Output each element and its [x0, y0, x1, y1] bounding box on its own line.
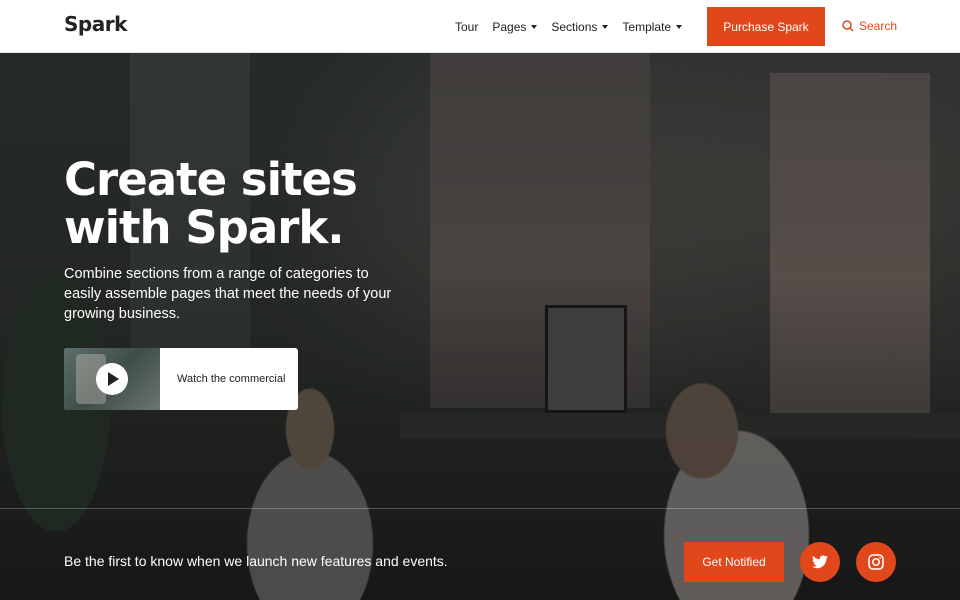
search-label: Search [859, 19, 898, 33]
logo[interactable]: Spark [64, 12, 127, 36]
nav-item-sections[interactable]: Sections [551, 19, 609, 34]
hero-title: Create sites with Spark. [64, 153, 358, 254]
twitter-icon [812, 555, 828, 569]
nav-item-label: Sections [551, 19, 598, 34]
instagram-icon [868, 554, 884, 570]
watch-video-button[interactable]: Watch the commercial [64, 348, 298, 410]
nav-item-template[interactable]: Template [622, 19, 683, 34]
site-header: Spark Tour Pages Sections Template Purch… [0, 0, 960, 53]
main-nav: Tour Pages Sections Template [455, 0, 696, 53]
search-link[interactable]: Search [842, 19, 897, 33]
video-label: Watch the commercial [177, 373, 286, 385]
caret-down-icon [676, 24, 683, 29]
instagram-button[interactable] [856, 542, 896, 582]
hero-section: Create sites with Spark. Combine section… [0, 53, 960, 600]
get-notified-button[interactable]: Get Notified [684, 542, 784, 582]
divider [0, 508, 960, 509]
search-icon [842, 20, 854, 32]
play-icon [96, 363, 128, 395]
video-thumbnail [64, 348, 160, 410]
nav-item-pages[interactable]: Pages [492, 19, 538, 34]
nav-item-tour[interactable]: Tour [455, 20, 478, 34]
newsletter-text: Be the first to know when we launch new … [64, 553, 448, 569]
caret-down-icon [531, 24, 538, 29]
nav-item-label: Template [622, 19, 672, 34]
nav-item-label: Pages [492, 19, 527, 34]
purchase-button[interactable]: Purchase Spark [707, 7, 825, 46]
hero-overlay [0, 53, 960, 600]
twitter-button[interactable] [800, 542, 840, 582]
caret-down-icon [602, 24, 609, 29]
nav-item-label: Tour [455, 19, 479, 34]
hero-description: Combine sections from a range of categor… [64, 266, 392, 322]
